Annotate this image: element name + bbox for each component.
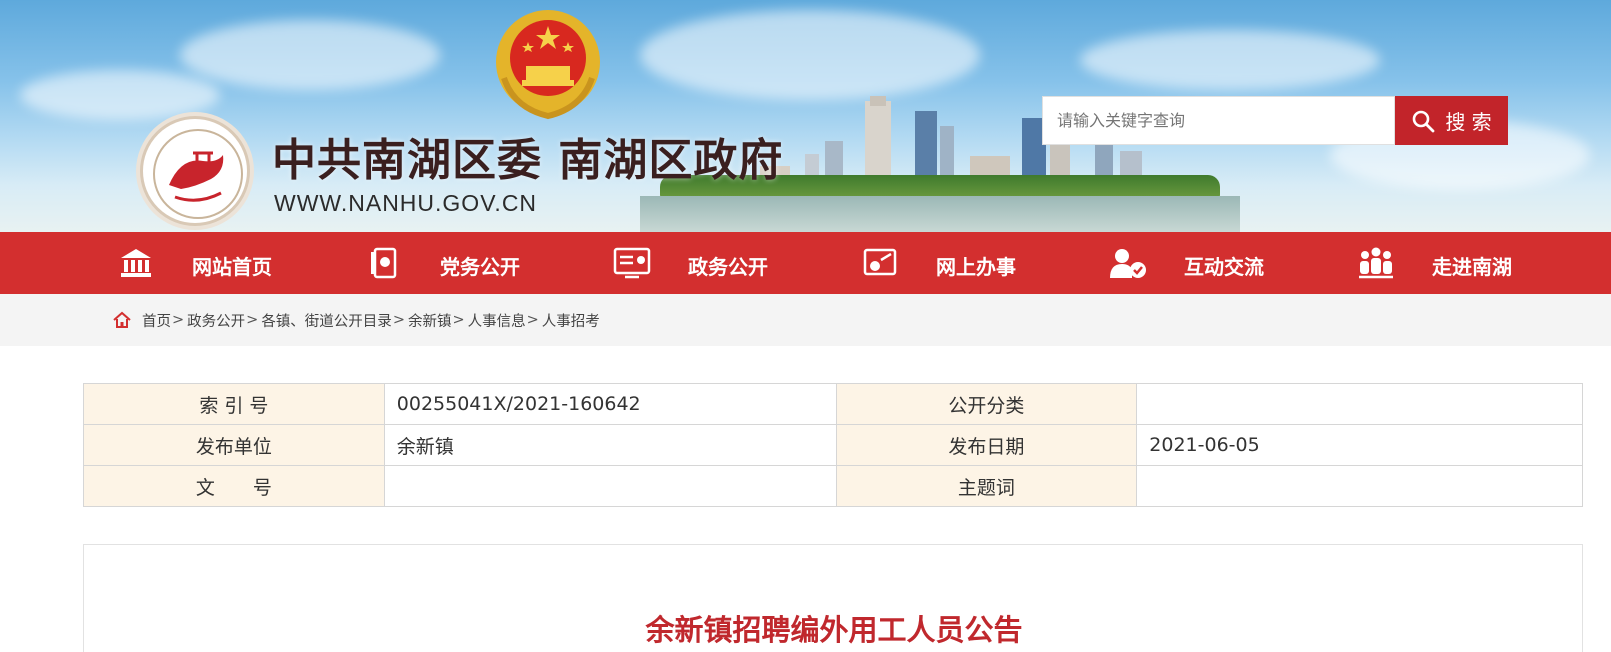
- breadcrumb-separator: >: [452, 312, 465, 328]
- breadcrumb-government[interactable]: 政务公开: [187, 310, 245, 331]
- breadcrumb-separator: >: [392, 312, 405, 328]
- search-icon: [1413, 110, 1435, 132]
- nav-item-interaction[interactable]: 互动交流: [1108, 232, 1308, 294]
- table-row: 发布单位 余新镇 发布日期 2021-06-05: [83, 424, 1583, 466]
- nav-label: 网站首页: [192, 255, 272, 279]
- search-button[interactable]: 搜 索: [1395, 96, 1508, 145]
- index-value: 00255041X/2021-160642: [383, 383, 837, 425]
- breadcrumb: 首页 > 政务公开 > 各镇、街道公开目录 > 余新镇 > 人事信息 > 人事招考: [112, 294, 600, 346]
- table-row: 索 引 号 00255041X/2021-160642 公开分类: [83, 383, 1583, 425]
- index-label: 索 引 号: [83, 383, 385, 425]
- search-input[interactable]: [1042, 96, 1395, 145]
- breadcrumb-personnel-info[interactable]: 人事信息: [468, 310, 526, 331]
- desk-icon: [860, 243, 900, 283]
- doc-number-label: 文 号: [83, 465, 385, 507]
- category-value: [1136, 383, 1583, 425]
- date-value: 2021-06-05: [1136, 424, 1583, 466]
- header-banner: 中共南湖区委 南湖区政府 WWW.NANHU.GOV.CN 搜 索: [0, 0, 1611, 232]
- search-button-label: 搜 索: [1445, 110, 1492, 134]
- breadcrumb-recruitment[interactable]: 人事招考: [542, 310, 600, 331]
- table-row: 文 号 主题词: [83, 465, 1583, 507]
- publisher-value: 余新镇: [383, 424, 837, 466]
- lake: [640, 196, 1240, 232]
- cloud: [180, 20, 440, 90]
- breadcrumb-separator: >: [246, 312, 259, 328]
- nav-item-home[interactable]: 网站首页: [116, 232, 316, 294]
- nav-item-about-nanhu[interactable]: 走进南湖: [1356, 232, 1556, 294]
- breadcrumb-bar: 首页 > 政务公开 > 各镇、街道公开目录 > 余新镇 > 人事信息 > 人事招考: [0, 294, 1611, 346]
- keywords-label: 主题词: [835, 465, 1138, 507]
- breadcrumb-separator: >: [172, 312, 185, 328]
- nanhu-logo-icon[interactable]: [140, 116, 250, 226]
- doc-number-value: [383, 465, 837, 507]
- people-icon: [1356, 243, 1396, 283]
- nav-label: 网上办事: [936, 255, 1016, 279]
- date-label: 发布日期: [835, 424, 1138, 466]
- breadcrumb-home[interactable]: 首页: [142, 310, 171, 331]
- nav-item-government[interactable]: 政务公开: [612, 232, 812, 294]
- cloud: [20, 70, 220, 120]
- nanhu-logo-mark: [153, 129, 243, 219]
- site-url: WWW.NANHU.GOV.CN: [274, 190, 538, 216]
- document-meta-table: 索 引 号 00255041X/2021-160642 公开分类 发布单位 余新…: [83, 383, 1583, 507]
- cloud: [1080, 30, 1380, 90]
- user-chat-icon: [1108, 243, 1148, 283]
- breadcrumb-town-directory[interactable]: 各镇、街道公开目录: [261, 310, 392, 331]
- main-nav: 网站首页 党务公开 政务公开 网上办事 互动交流 走进南湖: [0, 232, 1611, 294]
- national-emblem-icon: [496, 10, 600, 120]
- cloud: [640, 10, 980, 100]
- article-title: 余新镇招聘编外用工人员公告: [645, 613, 1023, 647]
- nav-label: 走进南湖: [1432, 255, 1512, 279]
- site-title: 中共南湖区委 南湖区政府: [272, 135, 784, 186]
- article-container: 余新镇招聘编外用工人员公告: [83, 544, 1583, 652]
- keywords-value: [1136, 465, 1583, 507]
- category-label: 公开分类: [835, 383, 1138, 425]
- party-book-icon: [364, 243, 404, 283]
- nav-item-party[interactable]: 党务公开: [364, 232, 564, 294]
- nav-item-online-service[interactable]: 网上办事: [860, 232, 1060, 294]
- nav-label: 党务公开: [440, 255, 520, 279]
- home-icon: [113, 311, 131, 328]
- board-icon: [612, 243, 652, 283]
- publisher-label: 发布单位: [83, 424, 385, 466]
- breadcrumb-separator: >: [526, 312, 539, 328]
- home-building-icon: [116, 243, 156, 283]
- nav-label: 政务公开: [688, 255, 768, 279]
- nav-label: 互动交流: [1184, 255, 1264, 279]
- breadcrumb-yuxin-town[interactable]: 余新镇: [408, 310, 452, 331]
